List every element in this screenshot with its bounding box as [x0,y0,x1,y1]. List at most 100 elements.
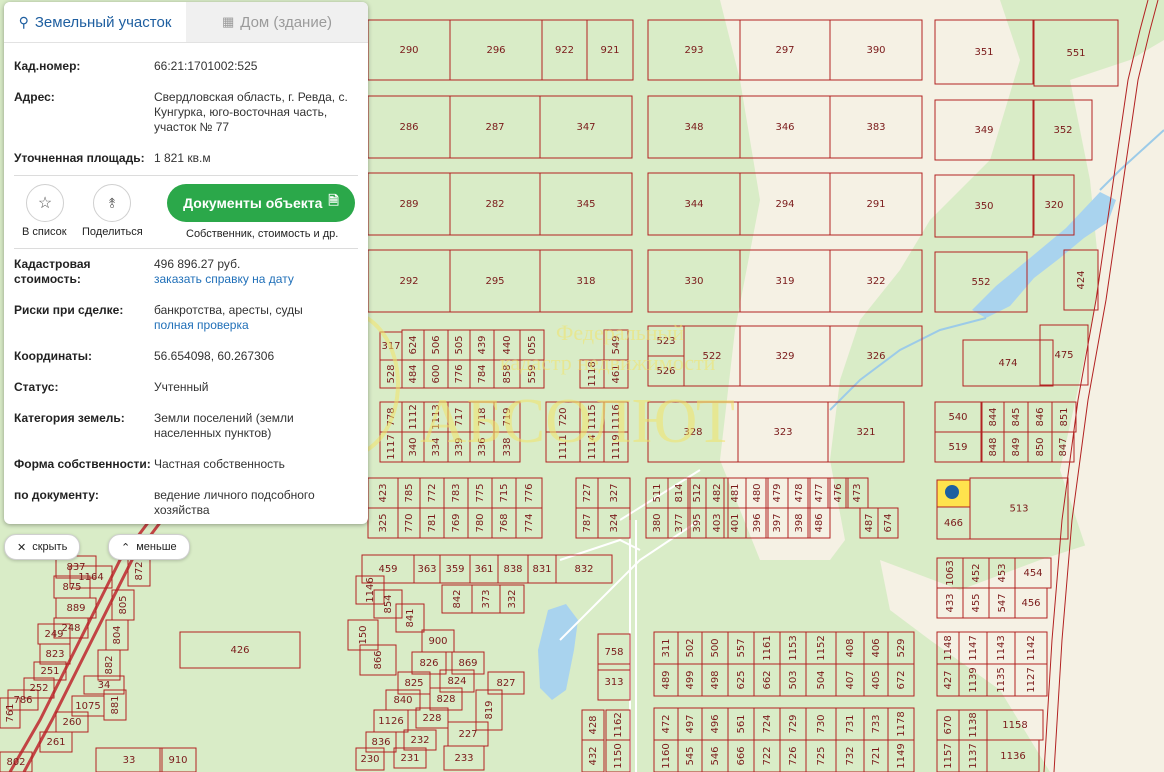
parcel-label: 869 [458,658,477,669]
parcel-label: 503 [788,670,799,689]
parcel-label: 380 [652,513,663,532]
object-documents-button[interactable]: Документы объекта 🗎 [167,184,355,222]
parcel-label: 1137 [968,743,979,768]
parcel-label: 311 [661,638,672,657]
parcel-label: 519 [948,442,967,453]
parcel-label: 889 [66,603,85,614]
parcel-label: 1112 [408,404,419,429]
parcel-label: 481 [730,483,741,502]
parcel-label: 768 [499,513,510,532]
cad-number-link[interactable]: 66:21:1701002:525 [154,59,358,74]
parcel-label: 286 [399,122,418,133]
parcel-label: 846 [1035,407,1046,426]
parcel-label: 662 [762,670,773,689]
parcel-label: 547 [997,593,1008,612]
tab-land-parcel[interactable]: ⚲ Земельный участок [4,2,186,42]
parcel-label: 670 [943,715,954,734]
hide-panel-button[interactable]: ✕ скрыть [4,534,81,560]
parcel-label: 359 [445,564,464,575]
parcel-label: 482 [712,483,723,502]
risks-row: Риски при сделке: банкротства, аресты, с… [4,303,368,333]
parcel-label: 477 [814,483,825,502]
action-bar: ☆ В список ⥉ Поделиться Документы объект… [4,176,368,248]
parcel-label: 814 [674,483,685,502]
parcel-label: 318 [576,276,595,287]
parcel-label: 551 [1066,48,1085,59]
parcel-label: 294 [775,199,794,210]
parcel-label: 827 [496,678,515,689]
parcel-label: 780 [475,513,486,532]
watermark-line-2: кадастр недвижимости [500,350,716,375]
parcel-label: 297 [775,45,794,56]
share-button[interactable]: ⥉ [93,184,131,222]
add-to-list-label: В список [22,226,67,238]
full-check-link[interactable]: полная проверка [154,318,358,333]
location-marker[interactable] [945,485,959,499]
permitted-use-label: по документу: [14,488,99,502]
parcel-label: 405 [871,670,882,689]
parcel-label: 260 [62,717,81,728]
parcel-label: 251 [40,666,59,677]
parcel-label: 776 [524,483,535,502]
parcel-label: 320 [1044,200,1063,211]
cost-value: 496 896.27 руб. [154,257,241,271]
parcel-label: 1153 [788,635,799,660]
parcel-label: 428 [588,715,599,734]
parcel-label: 396 [752,513,763,532]
parcel-label: 327 [609,483,620,502]
parcel-label: 232 [410,735,429,746]
parcel-label: 475 [1054,350,1073,361]
close-icon: ✕ [17,541,27,554]
parcel-label: 292 [399,276,418,287]
parcel-label: 826 [419,658,438,669]
order-certificate-link[interactable]: заказать справку на дату [154,272,358,287]
parcel-label: 724 [762,714,773,733]
document-icon: 🗎 [328,193,339,208]
parcel-label: 466 [944,518,963,529]
parcel-label: 505 [454,335,465,354]
risks-value: банкротства, аресты, суды [154,303,303,317]
parcel-label: 847 [1058,437,1069,456]
parcel-label: 733 [871,714,882,733]
parcel-label: 487 [864,513,875,532]
address-value: Свердловская область, г. Ревда, с. Кунгу… [154,90,348,134]
parcel-label: 433 [945,593,956,612]
parcel-label: 293 [684,45,703,56]
parcel-label: 758 [604,647,623,658]
parcel-label: 323 [773,427,792,438]
area-label: Уточненная площадь: [14,151,145,165]
parcel-label: 786 [13,695,32,706]
collapse-panel-button[interactable]: ⌃ меньше [108,534,190,560]
parcel-label: 725 [816,746,827,765]
parcel-label: 363 [417,564,436,575]
parcel-label: 426 [230,645,249,656]
parcel-label: 390 [866,45,885,56]
parcel-label: 1162 [613,712,624,737]
coordinates-label: Координаты: [14,349,93,363]
parcel-label: 455 [971,593,982,612]
tab-house[interactable]: ▦ Дом (здание) [186,2,368,42]
parcel-label: 498 [710,670,721,689]
parcel-label: 787 [582,513,593,532]
add-to-list-button[interactable]: ☆ [26,184,64,222]
parcel-label: 456 [1021,598,1040,609]
watermark-line-3: АБСОЛЮТ [420,385,735,456]
parcel-label: 473 [852,483,863,502]
parcel-label: 1127 [1026,667,1037,692]
permitted-use-value: ведение личного подсобного хозяйства [154,488,315,517]
parcel-label: 666 [736,746,747,765]
parcel-label: 346 [775,122,794,133]
parcel-label: 772 [427,483,438,502]
parcel-label: 233 [454,753,473,764]
parcel-label: 1136 [1000,751,1025,762]
ownership-value: Частная собственность [154,457,285,471]
parcel-label: 512 [692,483,703,502]
parcel-label: 484 [408,364,419,383]
parcel-label: 776 [454,364,465,383]
parcel-label: 348 [684,122,703,133]
parcel-label: 459 [378,564,397,575]
coordinates-value: 56.654098, 60.267306 [154,349,275,363]
parcel-label: 497 [685,714,696,733]
parcel-label: 881 [110,695,121,714]
share-icon: ⥉ [108,194,116,211]
